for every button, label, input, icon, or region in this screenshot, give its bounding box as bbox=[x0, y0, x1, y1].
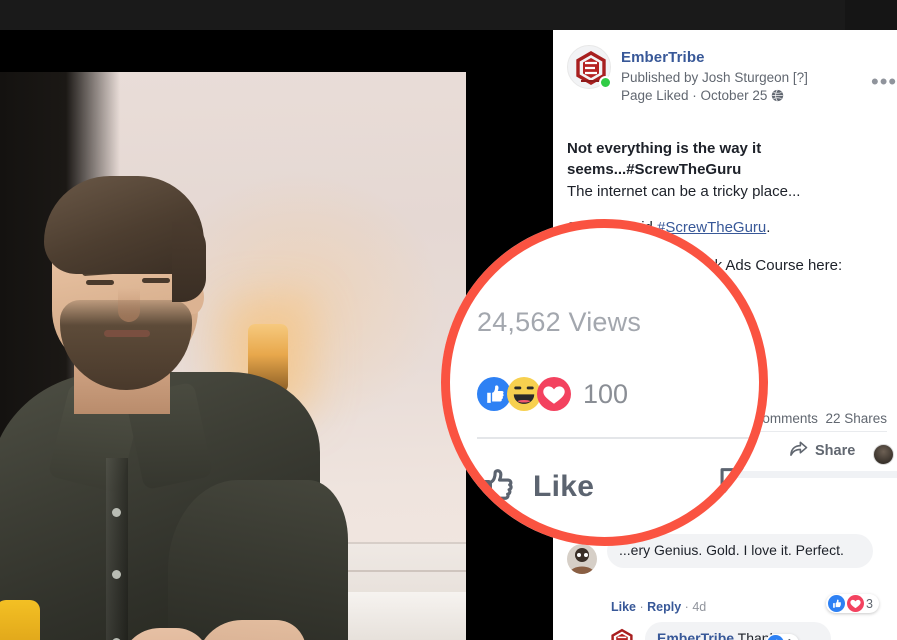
current-user-avatar[interactable] bbox=[873, 444, 894, 465]
magnified-like-button[interactable]: Like bbox=[477, 465, 594, 508]
commenter-name[interactable]: EmberTribe bbox=[657, 630, 734, 640]
love-reaction-icon bbox=[537, 377, 571, 411]
love-reaction-icon bbox=[847, 595, 864, 612]
person-shirt-button bbox=[112, 508, 121, 517]
browser-top-bar-right bbox=[845, 0, 897, 30]
like-reaction-icon bbox=[477, 377, 511, 411]
person-nose bbox=[118, 288, 140, 322]
page-name-link[interactable]: EmberTribe bbox=[621, 49, 705, 66]
magnified-reaction-count: 100 bbox=[583, 378, 629, 409]
video-bottle bbox=[0, 600, 40, 640]
person-eye-left bbox=[86, 280, 114, 285]
shares-label[interactable]: 22 Shares bbox=[825, 411, 887, 426]
comment-actions: Like · Reply · 4d bbox=[611, 600, 707, 614]
person-mouth bbox=[104, 330, 150, 337]
comment-bubble-icon[interactable] bbox=[717, 465, 761, 510]
magnifier-overlay: 24,562 Views 100 Like bbox=[441, 219, 768, 546]
person-shirt-placket bbox=[106, 458, 128, 640]
post-meta-line: Page Liked · October 25 · bbox=[621, 88, 776, 103]
commenter-avatar[interactable] bbox=[567, 544, 597, 574]
person-eye-right bbox=[142, 278, 170, 283]
video-frame[interactable] bbox=[0, 72, 466, 640]
published-by-text: Published by Josh Sturgeon [?] bbox=[621, 70, 808, 85]
screenshot-root: EmberTribe Published by Josh Sturgeon [?… bbox=[0, 0, 897, 640]
thumbs-up-icon bbox=[477, 465, 519, 508]
comment-reaction-pill[interactable]: 1 bbox=[765, 634, 799, 640]
magnified-divider bbox=[477, 437, 768, 439]
like-reaction-icon bbox=[828, 595, 845, 612]
comment-bubble: EmberTribe Thanks John! bbox=[645, 622, 831, 640]
post-more-options-button[interactable]: ••• bbox=[871, 71, 897, 93]
magnified-engagement-block: 24,562 Views 100 Like bbox=[477, 307, 768, 507]
commenter-avatar[interactable] bbox=[609, 628, 635, 640]
person-shirt-button bbox=[112, 570, 121, 579]
video-cabinet bbox=[330, 592, 466, 640]
magnifier-content: 24,562 Views 100 Like bbox=[441, 219, 768, 546]
share-icon bbox=[789, 440, 808, 461]
person-hair-side bbox=[172, 222, 206, 302]
haha-reaction-icon bbox=[507, 377, 541, 411]
share-button[interactable]: Share bbox=[789, 440, 855, 461]
magnified-reactions[interactable]: 100 bbox=[477, 377, 628, 411]
share-button-label: Share bbox=[815, 442, 856, 459]
post-header: EmberTribe Published by Josh Sturgeon [?… bbox=[553, 30, 897, 112]
comment-reaction-pill[interactable]: 3 bbox=[826, 594, 879, 613]
person-arm bbox=[168, 480, 348, 640]
globe-icon bbox=[771, 89, 784, 107]
online-status-dot bbox=[599, 76, 612, 89]
embertribe-logo-icon bbox=[609, 628, 635, 640]
magnified-like-label: Like bbox=[533, 469, 595, 503]
like-reaction-icon bbox=[767, 635, 784, 640]
comment-reply-button[interactable]: Reply bbox=[647, 600, 681, 614]
comment-like-button[interactable]: Like bbox=[611, 600, 636, 614]
comment-reaction-count: 1 bbox=[786, 637, 793, 640]
comment-timestamp: 4d bbox=[692, 600, 707, 614]
comment-reaction-count: 3 bbox=[866, 596, 873, 611]
post-subtitle: The internet can be a tricky place... bbox=[567, 183, 801, 200]
post-title: Not everything is the way it seems...#Sc… bbox=[567, 140, 762, 178]
magnified-views-label: 24,562 Views bbox=[477, 307, 642, 337]
comments-shares-label[interactable]: Comments 22 Shares bbox=[753, 411, 887, 426]
browser-top-bar bbox=[0, 0, 897, 30]
